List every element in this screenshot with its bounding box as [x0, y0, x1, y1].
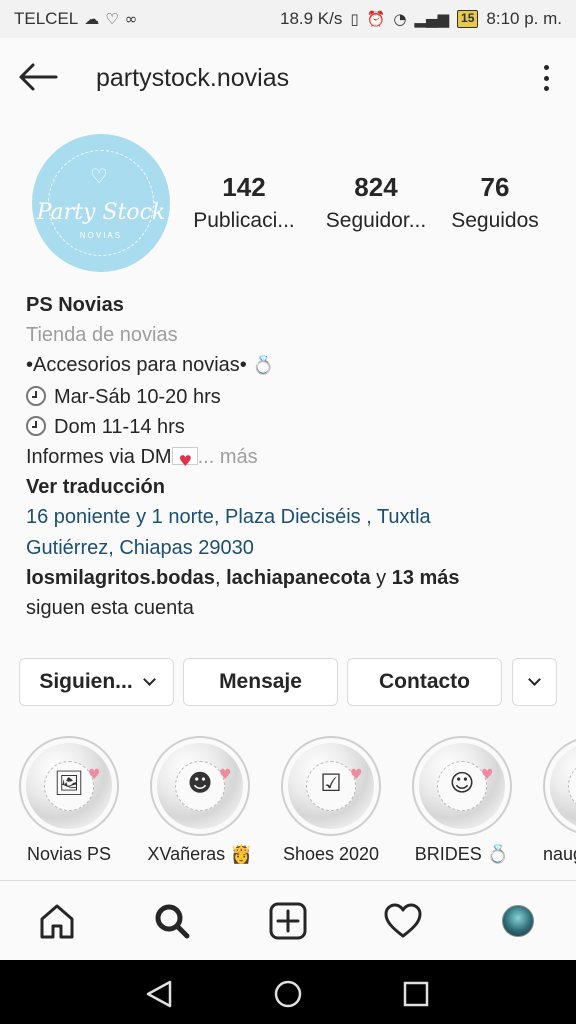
- search-button[interactable]: [150, 899, 194, 943]
- voicemail-icon: ∞: [124, 10, 138, 28]
- followed-by-tail: siguen esta cuenta: [26, 597, 194, 620]
- wifi-icon: ◔: [393, 10, 407, 28]
- profile-avatar[interactable]: ♡ Party Stock NOVIAS: [32, 134, 170, 272]
- profile-avatar-icon: [502, 905, 534, 937]
- heart-icon: ♡: [90, 164, 108, 188]
- contact-button[interactable]: Contacto: [347, 658, 502, 706]
- profile-bio: PS Novias Tienda de novias •Accesorios p…: [26, 290, 556, 623]
- profile-header: partystock.novias: [0, 38, 576, 118]
- square-recents-icon: [403, 981, 429, 1007]
- heart-outline-icon: ♡: [105, 10, 119, 28]
- heart-icon: ♥: [219, 767, 232, 783]
- chevron-down-icon: [142, 672, 156, 686]
- search-icon: [155, 904, 190, 939]
- bio-line-text: •Accesorios para novias•: [26, 354, 247, 377]
- following-label: Siguien...: [39, 670, 133, 693]
- highlight-label: Shoes 2020: [282, 844, 380, 864]
- android-home-button[interactable]: [268, 974, 308, 1014]
- followed-by[interactable]: losmilagritos.bodas, lachiapanecota y 13…: [26, 563, 556, 593]
- carrier-label: TELCEL: [14, 9, 79, 28]
- avatar-logo-subtext: NOVIAS: [79, 231, 123, 240]
- separator: y: [370, 566, 392, 589]
- profile-category: Tienda de novias: [26, 324, 178, 347]
- love-letter-icon: [171, 446, 198, 476]
- status-bar: TELCEL ☁ ♡ ∞ 18.9 K/s ▯ ⏰ ◔ ▂▄▆ 15 8:10 …: [0, 0, 576, 38]
- bio-line: Mar-Sáb 10-20 hrs: [26, 382, 556, 412]
- activity-button[interactable]: [381, 899, 425, 943]
- highlight-label: BRIDES 💍: [414, 844, 510, 864]
- story-highlight[interactable]: 🖼 ♥ Novias PS: [19, 736, 119, 865]
- follower-name[interactable]: losmilagritos.bodas: [26, 567, 215, 589]
- highlight-label: XVañeras 👸: [147, 844, 253, 864]
- home-button[interactable]: [35, 899, 79, 943]
- stat-label: Seguidos: [451, 209, 539, 232]
- ring-icon: 💍: [252, 355, 275, 377]
- page-title: partystock.novias: [96, 64, 290, 92]
- stat-label: Publicaci...: [193, 209, 295, 232]
- address-link[interactable]: 16 poniente y 1 norte, Plaza Dieciséis ,…: [26, 502, 556, 562]
- signal-icon: ▂▄▆: [414, 10, 450, 28]
- story-highlight[interactable]: ☺ ♥ BRIDES 💍: [412, 736, 512, 865]
- story-highlight[interactable]: ☻ ♥ XVañeras 👸: [147, 736, 253, 865]
- activity-heart-icon: [384, 903, 422, 938]
- avatar-logo-text: Party Stock: [36, 200, 166, 225]
- suggestions-button[interactable]: [512, 658, 557, 706]
- bio-line: •Accesorios para novias• 💍: [26, 350, 556, 381]
- follower-name[interactable]: lachiapanecota: [226, 567, 371, 589]
- following-button[interactable]: Siguien...: [19, 658, 174, 706]
- clock-icon: [26, 385, 46, 406]
- more-options-button[interactable]: [536, 63, 556, 93]
- vibrate-icon: ▯: [350, 10, 359, 28]
- address-line: 16 poniente y 1 norte, Plaza Dieciséis ,…: [26, 506, 431, 529]
- bio-more-link[interactable]: ... más: [198, 446, 258, 468]
- more-followers[interactable]: 13 más: [392, 567, 460, 589]
- back-button[interactable]: [18, 62, 58, 92]
- profile-name: PS Novias: [26, 294, 124, 316]
- address-line: Gutiérrez, Chiapas 29030: [26, 536, 254, 559]
- android-nav-bar: [0, 960, 576, 1024]
- new-post-button[interactable]: [266, 899, 310, 943]
- heart-icon: ♥: [350, 767, 363, 783]
- clock-icon: [26, 415, 46, 436]
- stat-count: 76: [480, 172, 510, 202]
- profile-button[interactable]: [496, 899, 540, 943]
- heart-icon: ♥: [481, 767, 494, 783]
- chevron-down-icon: [528, 672, 541, 686]
- bio-line-text: Dom 11-14 hrs: [54, 415, 185, 438]
- more-dots-icon: [543, 65, 549, 70]
- bio-line-text: Mar-Sáb 10-20 hrs: [54, 385, 221, 408]
- separator: ,: [214, 566, 227, 589]
- see-translation-link[interactable]: Ver traducción: [26, 472, 556, 502]
- message-label: Mensaje: [219, 670, 302, 693]
- story-highlight[interactable]: Inaug: [543, 736, 576, 865]
- stat-following[interactable]: 76 Seguidos: [433, 172, 557, 233]
- clock-time: 8:10 p. m.: [486, 9, 562, 28]
- stat-count: 142: [222, 172, 266, 202]
- circle-home-icon: [274, 980, 302, 1008]
- bio-line: Informes via DM ... más: [26, 442, 556, 476]
- new-post-icon: [269, 902, 307, 940]
- alarm-icon: ⏰: [366, 10, 386, 28]
- battery-icon: 15: [457, 10, 479, 28]
- bio-line: Dom 11-14 hrs: [26, 412, 556, 442]
- triangle-back-icon: [146, 980, 172, 1008]
- story-highlight[interactable]: ☑ ♥ Shoes 2020: [281, 736, 381, 865]
- stat-count: 824: [354, 172, 398, 202]
- home-icon: [40, 904, 74, 939]
- message-button[interactable]: Mensaje: [183, 658, 338, 706]
- stat-posts[interactable]: 142 Publicaci...: [182, 172, 306, 233]
- android-back-button[interactable]: [140, 974, 180, 1014]
- network-speed: 18.9 K/s: [280, 9, 343, 28]
- contact-label: Contacto: [379, 670, 470, 693]
- heart-icon: ♥: [88, 767, 101, 783]
- highlight-label: Inaug: [543, 844, 576, 864]
- android-recents-button[interactable]: [396, 974, 436, 1014]
- bio-line-text: Informes via DM: [26, 446, 172, 469]
- stat-label: Seguidor...: [325, 209, 427, 232]
- cloud-icon: ☁: [84, 10, 100, 28]
- stat-followers[interactable]: 824 Seguidor...: [314, 172, 438, 233]
- highlight-label: Novias PS: [26, 844, 112, 864]
- bottom-nav: [0, 881, 576, 960]
- back-arrow-icon: [19, 63, 58, 91]
